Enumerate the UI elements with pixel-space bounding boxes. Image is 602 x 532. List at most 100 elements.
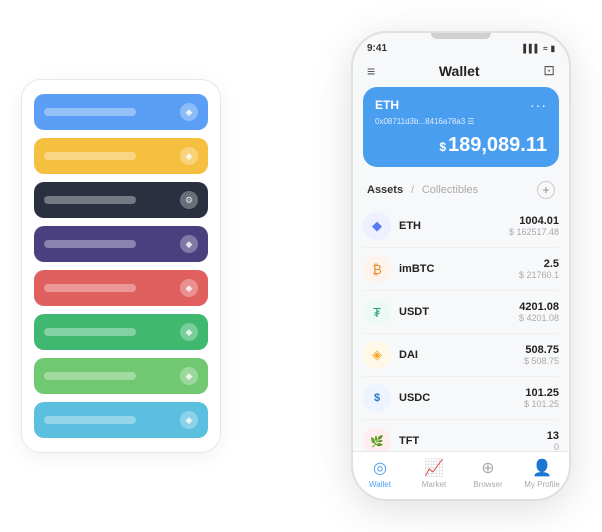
phone: 9:41 ▌▌▌ ≈ ▮ ≡ Wallet ⊡ ETH ··· 0x08711d… [351, 31, 571, 501]
phone-header: ≡ Wallet ⊡ [353, 58, 569, 87]
eth-card-address: 0x08711d3b...8416a78a3 ☰ [375, 117, 547, 126]
card-icon-7: ◆ [180, 367, 198, 385]
eth-card-balance: $189,089.11 [375, 134, 547, 157]
usdc-usd: $ 101.25 [524, 399, 559, 409]
card-text-6 [44, 328, 136, 336]
card-text-1 [44, 108, 136, 116]
card-item-7[interactable]: ◆ [34, 358, 208, 394]
tab-assets[interactable]: Assets [367, 184, 403, 196]
add-asset-button[interactable]: + [537, 181, 555, 199]
page-title: Wallet [439, 63, 480, 79]
card-item-1[interactable]: ◆ [34, 94, 208, 130]
dai-usd: $ 508.75 [524, 356, 559, 366]
dai-amount: 508.75 [524, 344, 559, 356]
imbtc-usd: $ 21760.1 [519, 270, 559, 280]
asset-row-imbtc[interactable]: ₿ imBTC 2.5 $ 21760.1 [363, 248, 559, 291]
wallet-nav-label: Wallet [369, 480, 391, 489]
dai-amounts: 508.75 $ 508.75 [524, 344, 559, 366]
usdc-icon: $ [363, 384, 391, 412]
card-text-5 [44, 284, 136, 292]
eth-card-menu-icon[interactable]: ··· [530, 97, 547, 113]
card-item-6[interactable]: ◆ [34, 314, 208, 350]
card-icon-5: ◆ [180, 279, 198, 297]
dollar-sign: $ [439, 140, 446, 154]
card-icon-1: ◆ [180, 103, 198, 121]
scene: ◆ ◆ ⚙ ◆ ◆ ◆ ◆ ◆ [11, 11, 591, 521]
card-item-5[interactable]: ◆ [34, 270, 208, 306]
profile-nav-icon: 👤 [532, 458, 552, 478]
tab-divider: / [411, 185, 414, 196]
eth-card-top: ETH ··· [375, 97, 547, 113]
usdc-amount: 101.25 [524, 387, 559, 399]
browser-nav-label: Browser [473, 480, 502, 489]
tft-icon: 🌿 [363, 427, 391, 451]
card-text-8 [44, 416, 136, 424]
usdt-symbol: USDT [399, 306, 519, 318]
dai-icon: ◈ [363, 341, 391, 369]
eth-usd: $ 162517.48 [509, 227, 559, 237]
wallet-nav-icon: ◎ [373, 458, 387, 478]
card-text-2 [44, 152, 136, 160]
battery-icon: ▮ [551, 44, 555, 53]
nav-profile[interactable]: 👤 My Profile [515, 458, 569, 489]
card-icon-2: ◆ [180, 147, 198, 165]
signal-icon: ▌▌▌ [523, 44, 540, 53]
card-icon-3: ⚙ [180, 191, 198, 209]
phone-notch [431, 33, 491, 39]
asset-list: ◆ ETH 1004.01 $ 162517.48 ₿ imBTC 2.5 $ … [353, 205, 569, 451]
menu-icon[interactable]: ≡ [367, 63, 375, 79]
tft-amounts: 13 0 [547, 430, 559, 451]
card-text-4 [44, 240, 136, 248]
card-item-3[interactable]: ⚙ [34, 182, 208, 218]
eth-symbol: ETH [399, 220, 509, 232]
eth-card-name: ETH [375, 98, 399, 112]
usdc-symbol: USDC [399, 392, 524, 404]
card-icon-6: ◆ [180, 323, 198, 341]
assets-tabs: Assets / Collectibles + [353, 177, 569, 205]
nav-browser[interactable]: ⊕ Browser [461, 458, 515, 489]
eth-icon: ◆ [363, 212, 391, 240]
usdc-amounts: 101.25 $ 101.25 [524, 387, 559, 409]
scan-icon[interactable]: ⊡ [543, 62, 555, 79]
asset-row-tft[interactable]: 🌿 TFT 13 0 [363, 420, 559, 451]
usdt-amount: 4201.08 [519, 301, 559, 313]
balance-amount: 189,089.11 [448, 134, 547, 156]
market-nav-icon: 📈 [424, 458, 444, 478]
browser-nav-icon: ⊕ [481, 458, 494, 478]
card-item-2[interactable]: ◆ [34, 138, 208, 174]
tft-amount: 13 [547, 430, 559, 442]
imbtc-icon: ₿ [363, 255, 391, 283]
card-icon-8: ◆ [180, 411, 198, 429]
tft-symbol: TFT [399, 435, 547, 447]
status-time: 9:41 [367, 43, 387, 54]
asset-row-dai[interactable]: ◈ DAI 508.75 $ 508.75 [363, 334, 559, 377]
card-text-7 [44, 372, 136, 380]
imbtc-amounts: 2.5 $ 21760.1 [519, 258, 559, 280]
card-item-4[interactable]: ◆ [34, 226, 208, 262]
eth-card[interactable]: ETH ··· 0x08711d3b...8416a78a3 ☰ $189,08… [363, 87, 559, 167]
imbtc-amount: 2.5 [519, 258, 559, 270]
asset-row-usdt[interactable]: ₮ USDT 4201.08 $ 4201.08 [363, 291, 559, 334]
asset-row-usdc[interactable]: $ USDC 101.25 $ 101.25 [363, 377, 559, 420]
card-item-8[interactable]: ◆ [34, 402, 208, 438]
usdt-usd: $ 4201.08 [519, 313, 559, 323]
imbtc-symbol: imBTC [399, 263, 519, 275]
card-text-3 [44, 196, 136, 204]
tabs-left: Assets / Collectibles [367, 184, 478, 196]
tft-usd: 0 [547, 442, 559, 451]
card-stack: ◆ ◆ ⚙ ◆ ◆ ◆ ◆ ◆ [21, 79, 221, 453]
nav-wallet[interactable]: ◎ Wallet [353, 458, 407, 489]
wifi-icon: ≈ [543, 44, 547, 53]
asset-row-eth[interactable]: ◆ ETH 1004.01 $ 162517.48 [363, 205, 559, 248]
dai-symbol: DAI [399, 349, 524, 361]
bottom-nav: ◎ Wallet 📈 Market ⊕ Browser 👤 My Profile [353, 451, 569, 499]
market-nav-label: Market [422, 480, 446, 489]
nav-market[interactable]: 📈 Market [407, 458, 461, 489]
eth-amounts: 1004.01 $ 162517.48 [509, 215, 559, 237]
tab-collectibles[interactable]: Collectibles [422, 184, 478, 196]
usdt-amounts: 4201.08 $ 4201.08 [519, 301, 559, 323]
card-icon-4: ◆ [180, 235, 198, 253]
status-icons: ▌▌▌ ≈ ▮ [523, 44, 555, 53]
eth-amount: 1004.01 [509, 215, 559, 227]
profile-nav-label: My Profile [524, 480, 560, 489]
